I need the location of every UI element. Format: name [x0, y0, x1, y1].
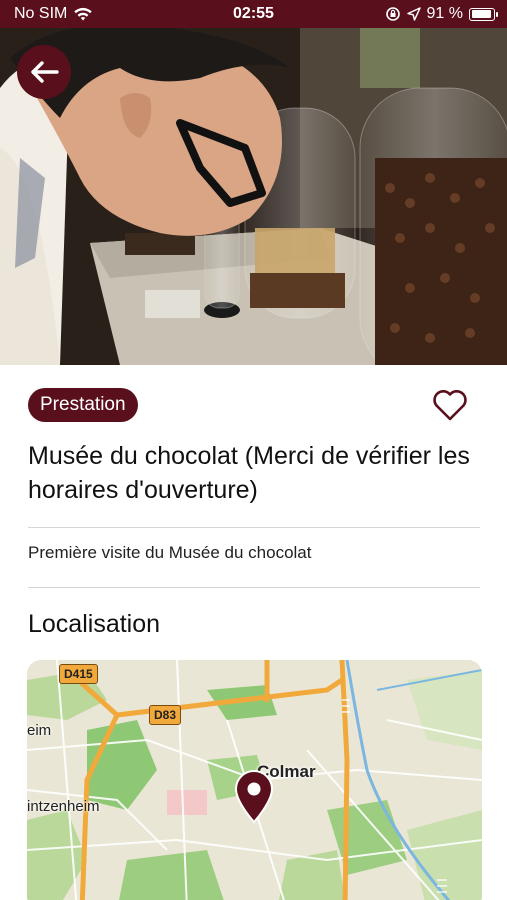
place-label-west: eim — [27, 722, 52, 739]
location-heading: Localisation — [28, 610, 161, 638]
back-button[interactable] — [17, 45, 71, 99]
battery-icon — [469, 7, 498, 21]
status-left: No SIM — [14, 5, 93, 23]
map-pin-icon[interactable] — [232, 770, 276, 824]
hero-photo — [0, 28, 507, 365]
detail-content: Prestation Musée du chocolat (Merci de v… — [28, 365, 480, 639]
battery-level — [471, 10, 491, 18]
museum-photo-illustration — [0, 28, 507, 365]
wifi-icon — [74, 7, 93, 20]
road-label-d415: D415 — [59, 664, 98, 684]
category-badge: Prestation — [28, 388, 138, 422]
location-arrow-icon — [406, 7, 421, 21]
road-label-d83: D83 — [149, 705, 182, 725]
divider-bottom — [28, 587, 480, 588]
orientation-lock-icon — [385, 7, 400, 21]
place-label-wintzenheim: intzenheim — [27, 798, 100, 815]
status-right: 91 % — [385, 5, 498, 23]
page-title: Musée du chocolat (Merci de vérifier les… — [28, 442, 470, 504]
battery-percent: 91 % — [426, 5, 463, 22]
description-text: Première visite du Musée du chocolat — [28, 543, 312, 562]
status-bar: No SIM 02:55 91 % — [0, 0, 507, 28]
badge-row: Prestation — [28, 365, 480, 445]
heart-icon[interactable] — [430, 385, 470, 425]
carrier-label: No SIM — [14, 5, 68, 22]
location-map[interactable]: D415 D83 Colmar eim intzenheim — [27, 660, 482, 900]
arrow-left-icon — [31, 61, 59, 83]
